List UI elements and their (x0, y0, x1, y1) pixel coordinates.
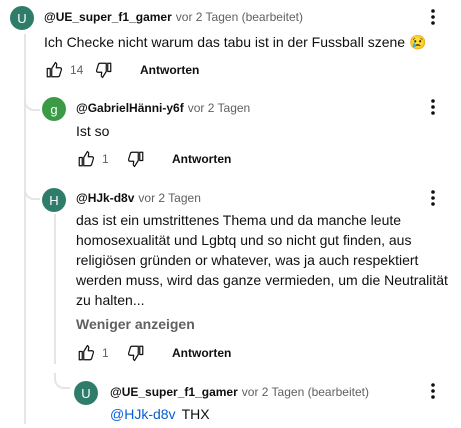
like-icon[interactable] (44, 60, 64, 80)
reply-button[interactable]: Antworten (172, 152, 231, 166)
timestamp[interactable]: vor 2 Tagen (bearbeitet) (176, 10, 303, 24)
comment-actions: 14 Antworten (44, 60, 199, 80)
timestamp[interactable]: vor 2 Tagen (138, 191, 201, 205)
like-count: 1 (102, 346, 109, 360)
mention-link[interactable]: @HJk-d8v (110, 406, 176, 422)
timestamp[interactable]: vor 2 Tagen (bearbeitet) (242, 385, 369, 399)
dislike-icon[interactable] (126, 343, 146, 363)
show-less-button[interactable]: Weniger anzeigen (76, 316, 195, 332)
comment-text-body: THX (181, 406, 210, 422)
more-options-icon[interactable] (428, 188, 438, 208)
reply-connector (24, 184, 40, 200)
dislike-icon[interactable] (94, 60, 114, 80)
avatar-letter: g (50, 101, 58, 117)
comment-text: @HJk-d8v THX (110, 404, 210, 424)
like-count: 14 (70, 63, 84, 77)
comment-text: das ist ein umstrittenes Thema und da ma… (76, 212, 448, 308)
comment-actions: 1 Antworten (76, 149, 231, 169)
author-name[interactable]: @GabrielHänni-y6f (76, 101, 184, 115)
more-options-icon[interactable] (428, 97, 438, 117)
thread-line (24, 34, 26, 424)
dislike-icon[interactable] (126, 149, 146, 169)
reply-button[interactable]: Antworten (172, 346, 231, 360)
avatar-letter: U (81, 385, 91, 401)
timestamp[interactable]: vor 2 Tagen (188, 101, 251, 115)
avatar[interactable]: U (10, 6, 34, 30)
reply-connector (54, 373, 70, 389)
more-options-icon[interactable] (428, 7, 438, 27)
author-name[interactable]: @HJk-d8v (76, 191, 134, 205)
comment-actions: 1 Antworten (76, 343, 231, 363)
avatar-letter: H (49, 192, 59, 208)
nested-thread-line (54, 214, 56, 364)
like-icon[interactable] (76, 149, 96, 169)
more-options-icon[interactable] (428, 381, 438, 401)
avatar[interactable]: g (42, 97, 66, 121)
comment-header: @HJk-d8v vor 2 Tagen (76, 190, 201, 206)
like-count: 1 (102, 152, 109, 166)
like-icon[interactable] (76, 343, 96, 363)
comment-text: Ist so (76, 123, 110, 139)
reply-connector (24, 95, 40, 111)
reply-button[interactable]: Antworten (140, 63, 199, 77)
comment-header: @UE_super_f1_gamer vor 2 Tagen (bearbeite… (110, 384, 369, 400)
author-name[interactable]: @UE_super_f1_gamer (110, 385, 238, 399)
avatar[interactable]: U (74, 381, 98, 405)
comment-text: Ich Checke nicht warum das tabu ist in d… (44, 34, 427, 50)
comment-header: @UE_super_f1_gamer vor 2 Tagen (bearbeite… (44, 9, 303, 25)
avatar-letter: U (17, 10, 27, 26)
author-name[interactable]: @UE_super_f1_gamer (44, 10, 172, 24)
comment-header: @GabrielHänni-y6f vor 2 Tagen (76, 100, 250, 116)
avatar[interactable]: H (42, 188, 66, 212)
